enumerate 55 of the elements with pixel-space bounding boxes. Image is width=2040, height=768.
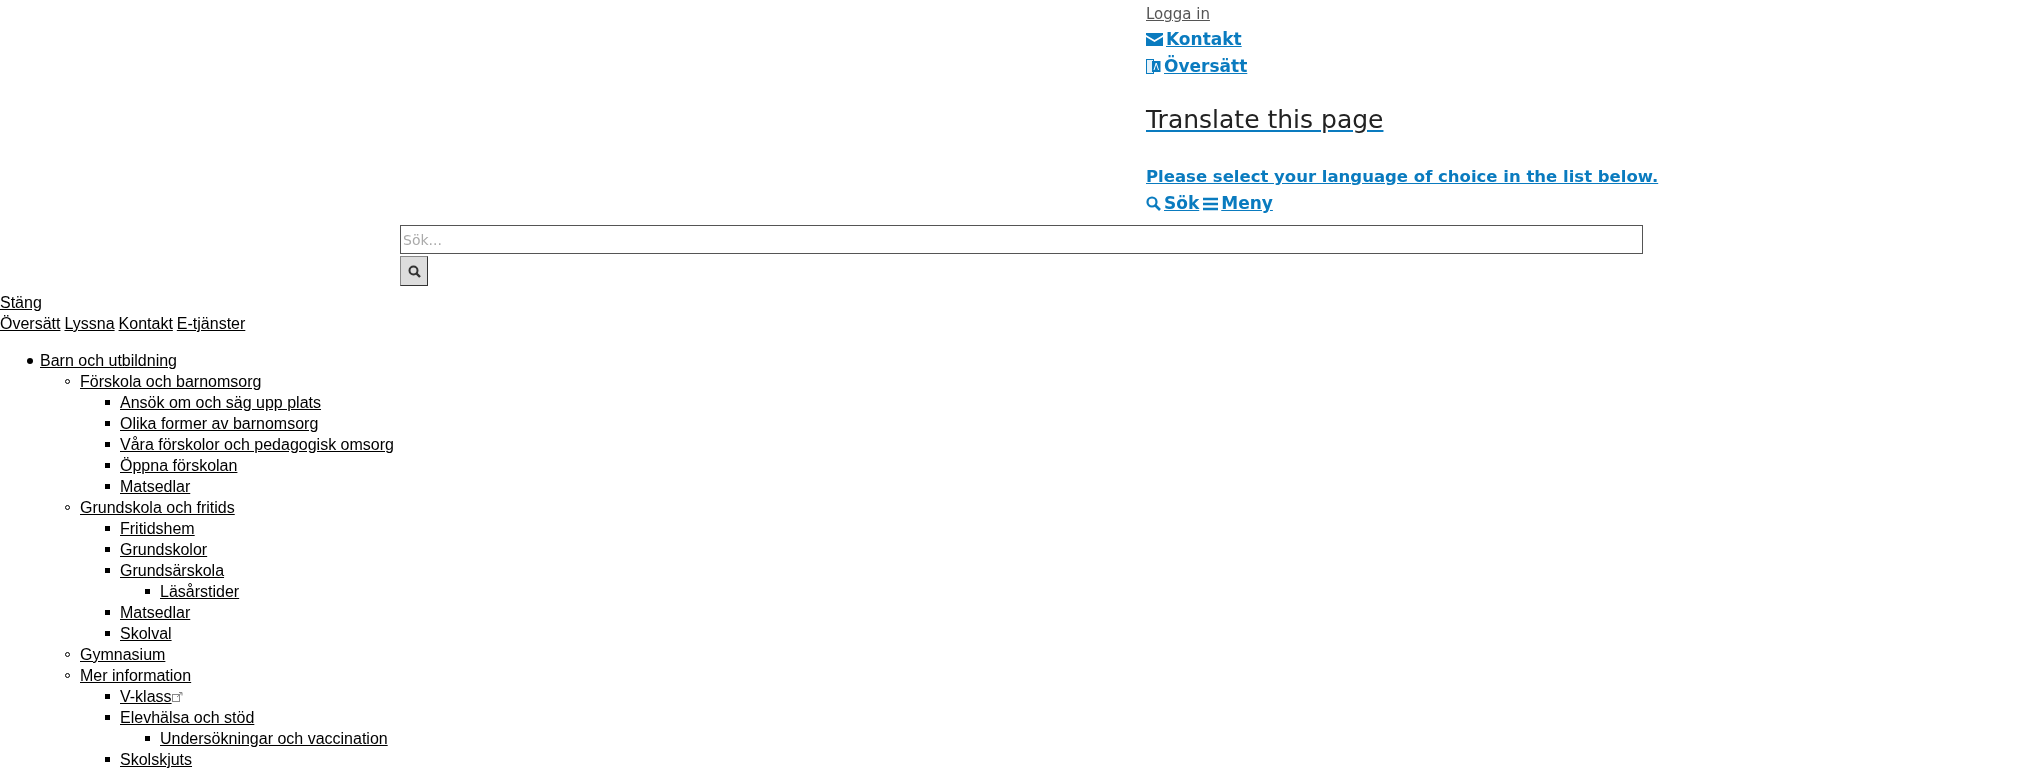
search-button[interactable] xyxy=(400,256,428,286)
quick-link[interactable]: Lyssna xyxy=(64,313,115,334)
menu-link[interactable]: Mer information xyxy=(80,665,192,686)
quick-link[interactable]: Översätt xyxy=(0,313,61,334)
search-icon xyxy=(1146,196,1161,211)
bullet-icon xyxy=(105,463,110,468)
bullet-icon xyxy=(145,736,150,741)
bullet-icon xyxy=(105,400,110,405)
menu-link[interactable]: Skolskjuts xyxy=(120,749,193,768)
quick-link[interactable]: E-tjänster xyxy=(176,313,246,334)
bullet-icon xyxy=(105,484,110,489)
menu-link[interactable]: Barn och utbildning xyxy=(40,350,177,371)
menu-link[interactable]: V-klass xyxy=(120,686,172,707)
bullet-icon xyxy=(105,610,110,615)
menu-link[interactable]: Grundskola och fritids xyxy=(80,497,235,518)
bullet-icon xyxy=(27,358,33,364)
bullet-icon xyxy=(105,442,110,447)
menu-link[interactable]: Våra förskolor och pedagogisk omsorg xyxy=(120,434,394,455)
menu-link[interactable]: Gymnasium xyxy=(80,644,166,665)
search-link[interactable]: Sök xyxy=(1146,190,1200,217)
bullet-icon xyxy=(105,694,110,699)
bullet-icon xyxy=(105,568,110,573)
search-icon xyxy=(407,264,421,278)
menu-link[interactable]: Förskola och barnomsorg xyxy=(80,371,262,392)
menu-link[interactable]: Undersökningar och vaccination xyxy=(160,728,388,749)
bullet-icon xyxy=(105,421,110,426)
bullet-icon xyxy=(145,589,150,594)
quick-link[interactable]: Kontakt xyxy=(118,313,173,334)
bullet-icon xyxy=(105,757,110,762)
envelope-icon xyxy=(1146,33,1163,46)
bullet-icon xyxy=(105,715,110,720)
language-instruction-link[interactable]: Please select your language of choice in the list below. xyxy=(1146,164,1659,190)
menu-link[interactable]: Ansök om och säg upp plats xyxy=(120,392,321,413)
menu-link[interactable]: Matsedlar xyxy=(120,602,191,623)
translate-link[interactable]: Översätt xyxy=(1146,53,1248,80)
menu-link[interactable]: Meny xyxy=(1203,190,1273,217)
menu-icon xyxy=(1203,196,1219,211)
bullet-icon xyxy=(105,631,110,636)
menu-link[interactable]: Öppna förskolan xyxy=(120,455,238,476)
contact-link[interactable]: Kontakt xyxy=(1146,26,1242,53)
menu-link[interactable]: Matsedlar xyxy=(120,476,191,497)
login-link[interactable]: Logga in xyxy=(1146,2,1210,26)
menu-link[interactable]: Elevhälsa och stöd xyxy=(120,707,255,728)
menu-link[interactable]: Grundskolor xyxy=(120,539,208,560)
menu-link[interactable]: Grundsärskola xyxy=(120,560,225,581)
close-link[interactable]: Stäng xyxy=(0,294,42,311)
menu-link[interactable]: Läsårstider xyxy=(160,581,240,602)
menu-link[interactable]: Skolval xyxy=(120,623,172,644)
bullet-icon xyxy=(105,526,110,531)
menu-link[interactable]: Fritidshem xyxy=(120,518,195,539)
translate-icon xyxy=(1146,58,1161,75)
translate-heading: Translate this page xyxy=(1146,104,1384,136)
menu-link[interactable]: Olika former av barnomsorg xyxy=(120,413,319,434)
bullet-icon xyxy=(105,547,110,552)
search-field[interactable]: Sök... xyxy=(400,225,1643,254)
